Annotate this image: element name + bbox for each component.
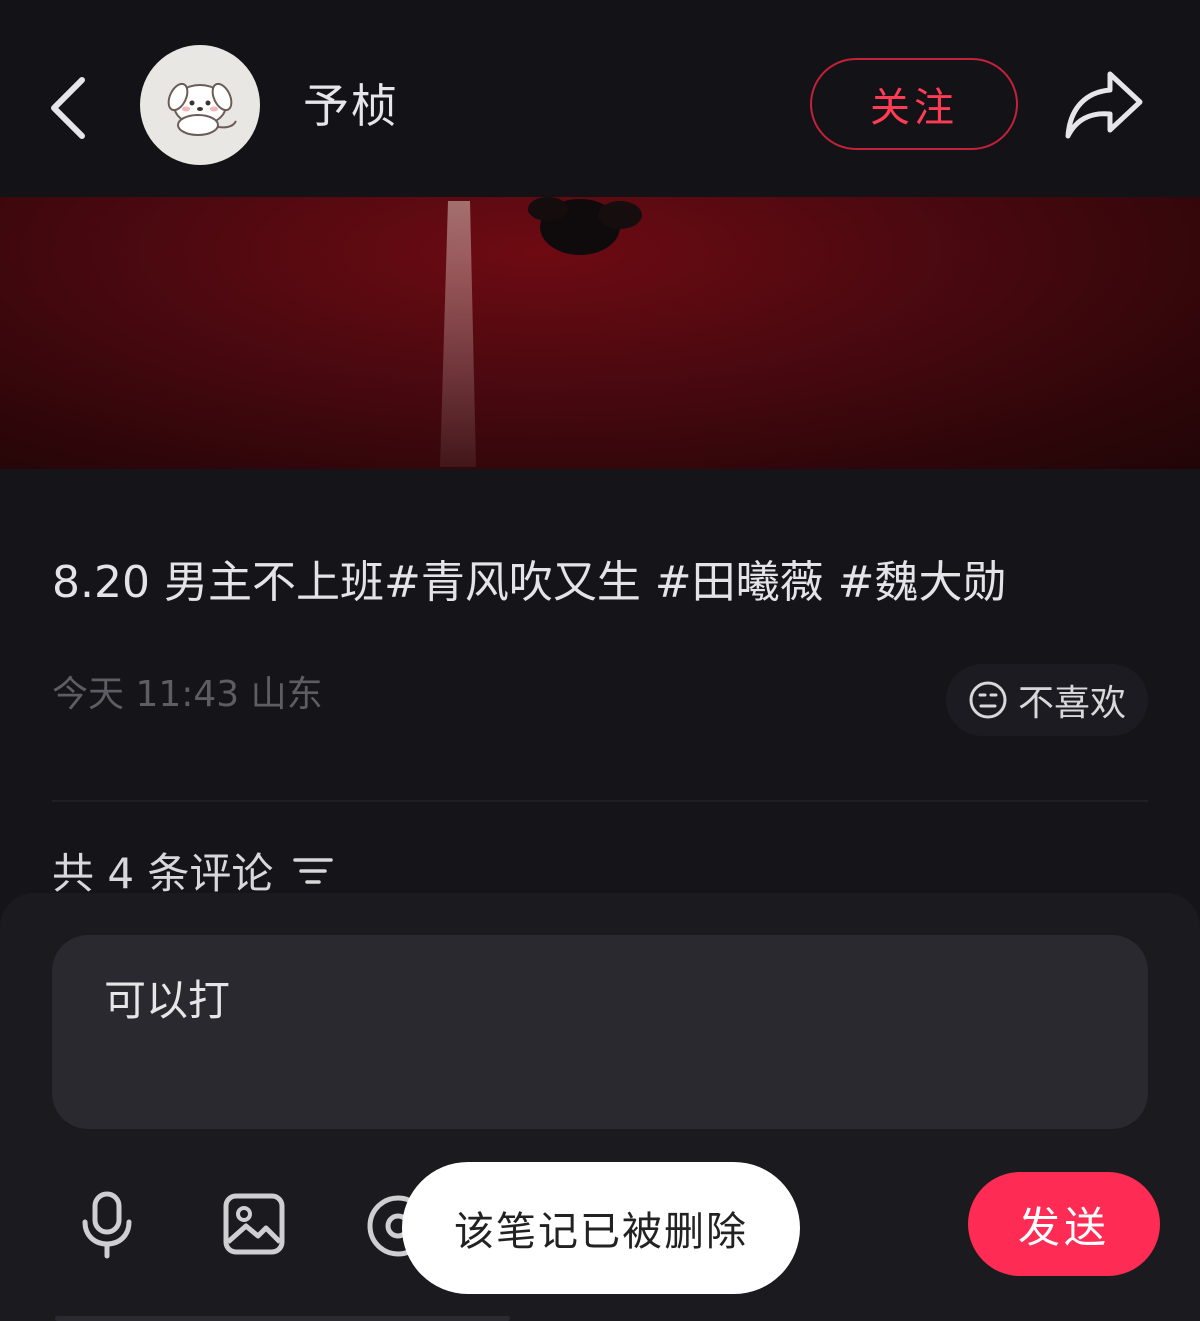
author-name[interactable]: 予桢 [303,70,399,136]
dislike-button[interactable]: 不喜欢 [946,664,1148,736]
post-date: 今天 11:43 [52,674,240,715]
neutral-face-icon [969,681,1007,719]
share-icon [1065,71,1143,139]
back-button[interactable] [40,68,100,148]
comment-count-label: 共 4 条评论 [52,849,274,898]
author-avatar[interactable] [140,45,260,165]
post-title: 8.20 男主不上班#青风吹又生 #田曦薇 #魏大勋 [52,557,1007,608]
puppy-avatar-icon [167,82,237,136]
image-icon [223,1193,285,1255]
follow-button[interactable]: 关注 [810,58,1018,150]
post-meta: 今天 11:43 山东 [52,665,323,717]
sort-filter-icon[interactable] [293,854,334,888]
comment-input[interactable]: 可以打 [52,935,1148,1129]
send-button[interactable]: 发送 [968,1172,1160,1276]
comment-count: 共 4 条评论 [52,840,334,901]
bottom-indicator [55,1316,510,1321]
top-bar: 予桢 关注 [0,0,1200,197]
divider [52,800,1148,802]
post-location: 山东 [250,674,323,715]
image-picker-button[interactable] [222,1192,286,1260]
back-arrow-icon [51,77,85,139]
microphone-icon [82,1191,132,1259]
dislike-label: 不喜欢 [1017,683,1126,724]
share-button[interactable] [1062,66,1146,142]
post-image[interactable] [0,197,1200,469]
voice-input-button[interactable] [78,1190,136,1264]
toast-notification: 该笔记已被删除 [402,1162,800,1294]
image-artwork [440,197,642,467]
